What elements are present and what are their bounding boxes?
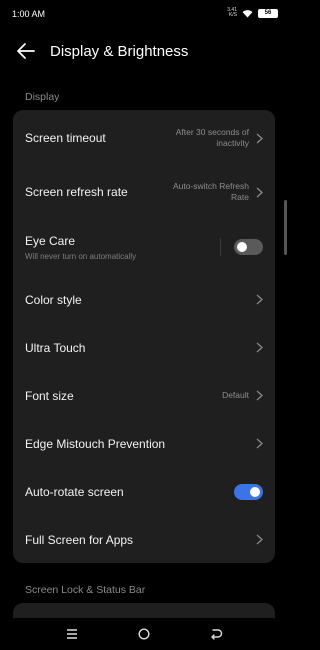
toggle-knob [237,242,247,252]
back-nav-icon[interactable] [209,627,223,641]
eye-care-label: Eye Care [25,234,76,248]
ultra-touch-row[interactable]: Ultra Touch [13,324,275,372]
auto-rotate-row: Auto-rotate screen [13,468,275,516]
eye-care-subtitle: Will never turn on automatically [25,252,137,261]
screen-refresh-rate-value: Auto-switch Refresh Rate [173,181,249,203]
status-time: 1:00 AM [12,9,46,19]
font-size-value: Default [222,390,249,400]
wifi-icon [242,9,253,18]
chevron-right-icon [256,294,263,305]
chevron-right-icon [256,534,263,545]
font-size-label: Font size [25,389,74,403]
ultra-touch-label: Ultra Touch [25,341,86,355]
chevron-right-icon [256,342,263,353]
battery-icon: 56 [258,8,278,18]
screen-refresh-rate-value-line-2: Rate [231,192,249,202]
page-title: Display & Brightness [50,43,189,60]
screen-refresh-rate-label: Screen refresh rate [25,185,128,199]
color-style-row[interactable]: Color style [13,276,275,324]
display-settings-card: Screen timeout After 30 seconds of inact… [13,110,275,563]
screen-timeout-value-line-1: After 30 seconds of [175,127,249,137]
header: Display & Brightness [0,36,288,66]
network-speed-unit: K/S [228,12,237,18]
chevron-right-icon [256,438,263,449]
toggle-knob [250,487,260,497]
auto-rotate-label: Auto-rotate screen [25,485,124,499]
scrollbar[interactable] [284,200,287,255]
full-screen-apps-row[interactable]: Full Screen for Apps [13,516,275,564]
edge-mistouch-label: Edge Mistouch Prevention [25,437,166,451]
eye-care-toggle[interactable] [234,239,263,255]
auto-rotate-toggle[interactable] [234,484,263,500]
navigation-bar [0,618,288,650]
color-style-label: Color style [25,293,82,307]
edge-mistouch-row[interactable]: Edge Mistouch Prevention [13,420,275,468]
chevron-right-icon [256,390,263,401]
section-label-screen-lock: Screen Lock & Status Bar [25,584,146,596]
divider [220,238,221,256]
full-screen-apps-label: Full Screen for Apps [25,533,134,547]
home-icon[interactable] [137,627,151,641]
screen-timeout-label: Screen timeout [25,131,106,145]
screen-timeout-value: After 30 seconds of inactivity [176,127,249,149]
menu-icon[interactable] [65,627,79,641]
chevron-right-icon [256,133,263,144]
eye-care-row: Eye Care Will never turn on automaticall… [13,222,275,274]
network-speed: 3.41 K/S [227,8,237,18]
screen: 1:00 AM 3.41 K/S 56 Display & Brightness… [0,0,288,650]
status-icons: 3.41 K/S 56 [227,8,278,18]
screen-refresh-rate-row[interactable]: Screen refresh rate Auto-switch Refresh … [13,168,275,216]
screen-timeout-value-line-2: inactivity [216,138,249,148]
screen-refresh-rate-value-line-1: Auto-switch Refresh [172,181,249,191]
back-arrow-icon[interactable] [16,42,36,60]
font-size-row[interactable]: Font size Default [13,372,275,420]
status-bar: 1:00 AM 3.41 K/S 56 [0,0,288,30]
section-label-display: Display [25,91,60,103]
chevron-right-icon [256,187,263,198]
screen-timeout-row[interactable]: Screen timeout After 30 seconds of inact… [13,114,275,162]
